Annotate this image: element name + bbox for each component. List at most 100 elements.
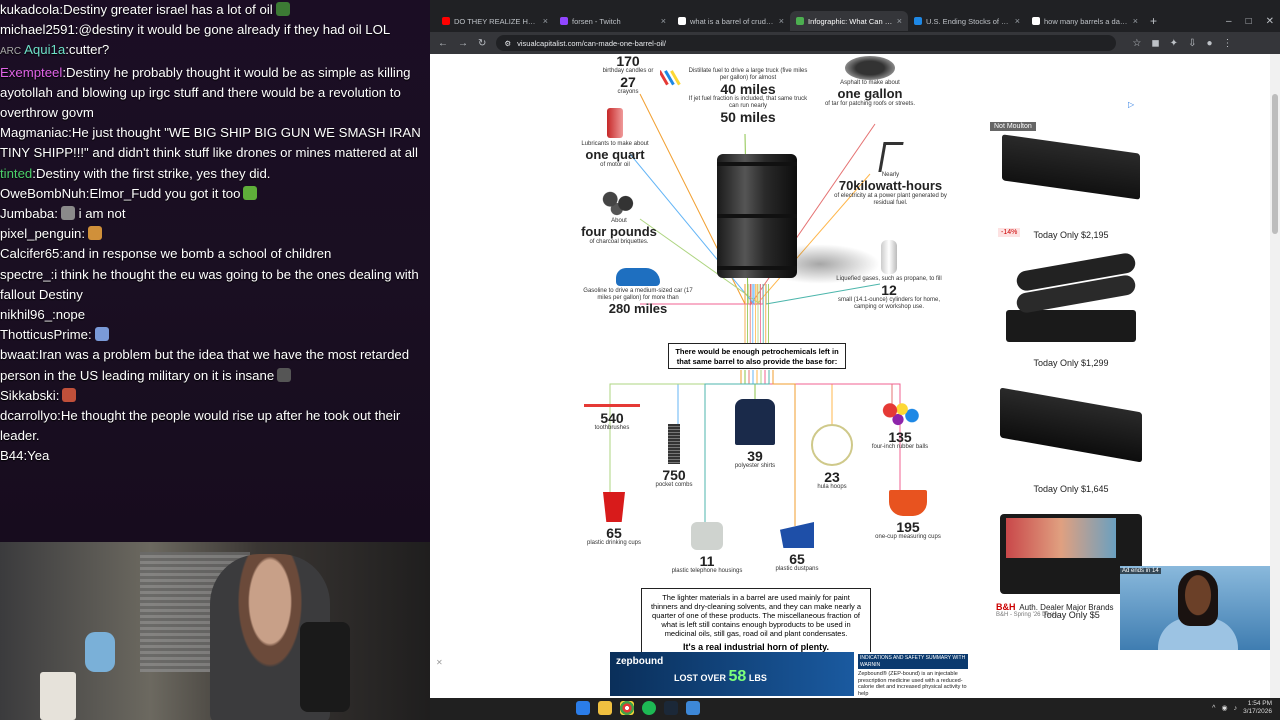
banner-close-icon[interactable]: ✕ xyxy=(436,658,443,667)
item-telephone: 11 plastic telephone housings xyxy=(652,522,762,575)
chat-message: pixel_penguin: xyxy=(0,224,430,244)
chrome-icon[interactable] xyxy=(620,701,634,715)
tab-close-icon[interactable]: × xyxy=(779,16,784,26)
shirt-icon xyxy=(735,399,775,445)
item-asphalt: Asphalt to make about one gallon of tar … xyxy=(815,56,925,108)
tab-favicon-icon xyxy=(1032,17,1040,25)
tab-close-icon[interactable]: × xyxy=(1015,16,1020,26)
downloads-icon[interactable]: ⇩ xyxy=(1188,38,1196,49)
chat-username[interactable]: B44 xyxy=(0,448,23,463)
bookmark-star-icon[interactable]: ☆ xyxy=(1132,38,1141,49)
window-controls: – □ ✕ xyxy=(1226,10,1274,32)
video-switcher-image xyxy=(996,124,1146,224)
chat-username[interactable]: nikhil96_ xyxy=(0,307,52,322)
chat-username[interactable]: ThotticusPrime xyxy=(0,327,88,342)
banner-ad[interactable]: zepbound LOST OVER 58 LBS INDICATIONS AN… xyxy=(610,652,972,697)
forward-icon[interactable]: → xyxy=(458,38,468,49)
start-icon[interactable] xyxy=(576,701,590,715)
ad-product-2[interactable]: Today Only $1,299 xyxy=(996,251,1146,368)
chat-text: nope xyxy=(55,307,86,323)
production-switcher-image xyxy=(996,378,1146,478)
chat-username[interactable]: dcarrollyo xyxy=(0,408,57,423)
profile-icon[interactable]: ● xyxy=(1206,38,1212,49)
chat-emote-icon xyxy=(243,185,258,200)
chat-text: Yea xyxy=(27,448,50,464)
microphone xyxy=(300,622,350,712)
minimize-button[interactable]: – xyxy=(1226,16,1232,27)
tab-title: Infographic: What Can Be Made xyxy=(808,16,893,26)
menu-icon[interactable]: ⋮ xyxy=(1223,38,1233,49)
video-ad[interactable] xyxy=(1120,566,1270,650)
chat-username[interactable]: Magmaniac xyxy=(0,125,68,140)
ad-product-1[interactable]: Today Only $2,195 xyxy=(996,124,1146,240)
tab-strip: DO THEY REALIZE HOW DESPE×forsen - Twitc… xyxy=(430,10,1280,32)
item-hula-hoops: 23 hula hoops xyxy=(800,424,864,491)
item-truck: Distillate fuel to drive a large truck (… xyxy=(688,68,808,125)
volume-icon[interactable]: ♪ xyxy=(1234,705,1238,712)
browser-tab[interactable]: DO THEY REALIZE HOW DESPE × xyxy=(436,11,554,31)
chat-username[interactable]: spectre_ xyxy=(0,267,51,282)
tab-close-icon[interactable]: × xyxy=(543,16,548,26)
measuring-cup-icon xyxy=(889,490,927,516)
chat-text: cutter? xyxy=(68,42,110,58)
tab-close-icon[interactable]: × xyxy=(661,16,666,26)
chat-username[interactable]: pixel_penguin xyxy=(0,226,81,241)
chat-message: Exempteel:Destiny he probably thought it… xyxy=(0,64,411,121)
steam-icon[interactable] xyxy=(664,701,678,715)
chat-username[interactable]: Aqui1a xyxy=(24,42,65,57)
scrollbar-thumb[interactable] xyxy=(1272,94,1278,234)
tab-title: forsen - Twitch xyxy=(572,16,621,26)
chat-username[interactable]: tinted xyxy=(0,166,32,181)
chat-emote-icon xyxy=(275,2,290,16)
browser-tab[interactable]: forsen - Twitch × xyxy=(554,11,672,31)
back-icon[interactable]: ← xyxy=(438,38,448,49)
chat-username[interactable]: Exempteel xyxy=(0,65,62,80)
bh-ad-label[interactable]: B&H Auth. Dealer Major Brands B&H - Spri… xyxy=(996,602,1114,618)
tab-close-icon[interactable]: × xyxy=(1133,16,1138,26)
chat-username[interactable]: Jumbaba xyxy=(0,206,54,221)
motor-oil-bottle-icon xyxy=(607,108,623,138)
tab-title: DO THEY REALIZE HOW DESPE xyxy=(454,16,539,26)
ad-product-3[interactable]: Today Only $1,645 xyxy=(996,378,1146,494)
browser-tab[interactable]: how many barrels a day does u × xyxy=(1026,11,1144,31)
browser-tab[interactable]: U.S. Ending Stocks of Crude O × xyxy=(908,11,1026,31)
reload-icon[interactable]: ↻ xyxy=(478,38,486,49)
chat-emote-icon xyxy=(94,327,109,342)
network-icon[interactable]: ◉ xyxy=(1221,704,1227,712)
browser-tab[interactable]: Infographic: What Can Be Made × xyxy=(790,11,908,31)
tab-favicon-icon xyxy=(678,17,686,25)
extension-icon[interactable]: ◼ xyxy=(1151,38,1159,49)
coffee-cup xyxy=(40,672,76,720)
item-motor-oil: Lubricants to make about one quart of mo… xyxy=(574,108,656,169)
file-explorer-icon[interactable] xyxy=(598,701,612,715)
chat-username[interactable]: kukadcola xyxy=(0,2,59,17)
chat-text: and in response we bomb a school of chil… xyxy=(63,246,332,262)
browser-tab[interactable]: what is a barrel of crude oil - G × xyxy=(672,11,790,31)
page-scrollbar[interactable] xyxy=(1270,54,1280,698)
toothbrush-icon xyxy=(584,404,640,407)
rubber-balls-icon xyxy=(880,400,920,426)
chat-username[interactable]: Sikkabski xyxy=(0,388,56,403)
bh-logo: B&H xyxy=(996,602,1016,612)
clock[interactable]: 1:54 PM 3/17/2026 xyxy=(1243,700,1272,716)
close-window-button[interactable]: ✕ xyxy=(1266,16,1274,27)
address-bar[interactable]: ⚙ visualcapitalist.com/can-made-one-barr… xyxy=(496,35,1117,51)
chat-username[interactable]: OweBombNuh xyxy=(0,186,86,201)
extensions-puzzle-icon[interactable]: ✦ xyxy=(1170,38,1178,49)
url-text: visualcapitalist.com/can-made-one-barrel… xyxy=(517,38,666,48)
comb-icon xyxy=(668,424,680,464)
chat-text: i am not xyxy=(78,206,126,222)
new-tab-button[interactable]: + xyxy=(1150,14,1157,28)
tray-chevron-icon[interactable]: ^ xyxy=(1212,705,1215,712)
site-info-icon[interactable]: ⚙ xyxy=(504,39,511,48)
chat-username[interactable]: bwaat xyxy=(0,347,35,362)
chat-username[interactable]: michael2591 xyxy=(0,22,75,37)
chat-username[interactable]: Calcifer65 xyxy=(0,246,59,261)
spotify-icon[interactable] xyxy=(642,701,656,715)
maximize-button[interactable]: □ xyxy=(1246,16,1252,27)
app-icon[interactable] xyxy=(686,701,700,715)
tab-close-icon[interactable]: × xyxy=(897,16,902,26)
chat-message: Calcifer65:and in response we bomb a sch… xyxy=(0,246,332,262)
chat-text: Elmor_Fudd you got it too xyxy=(89,185,241,201)
item-measuring-cups: 195 one-cup measuring cups xyxy=(860,490,956,541)
